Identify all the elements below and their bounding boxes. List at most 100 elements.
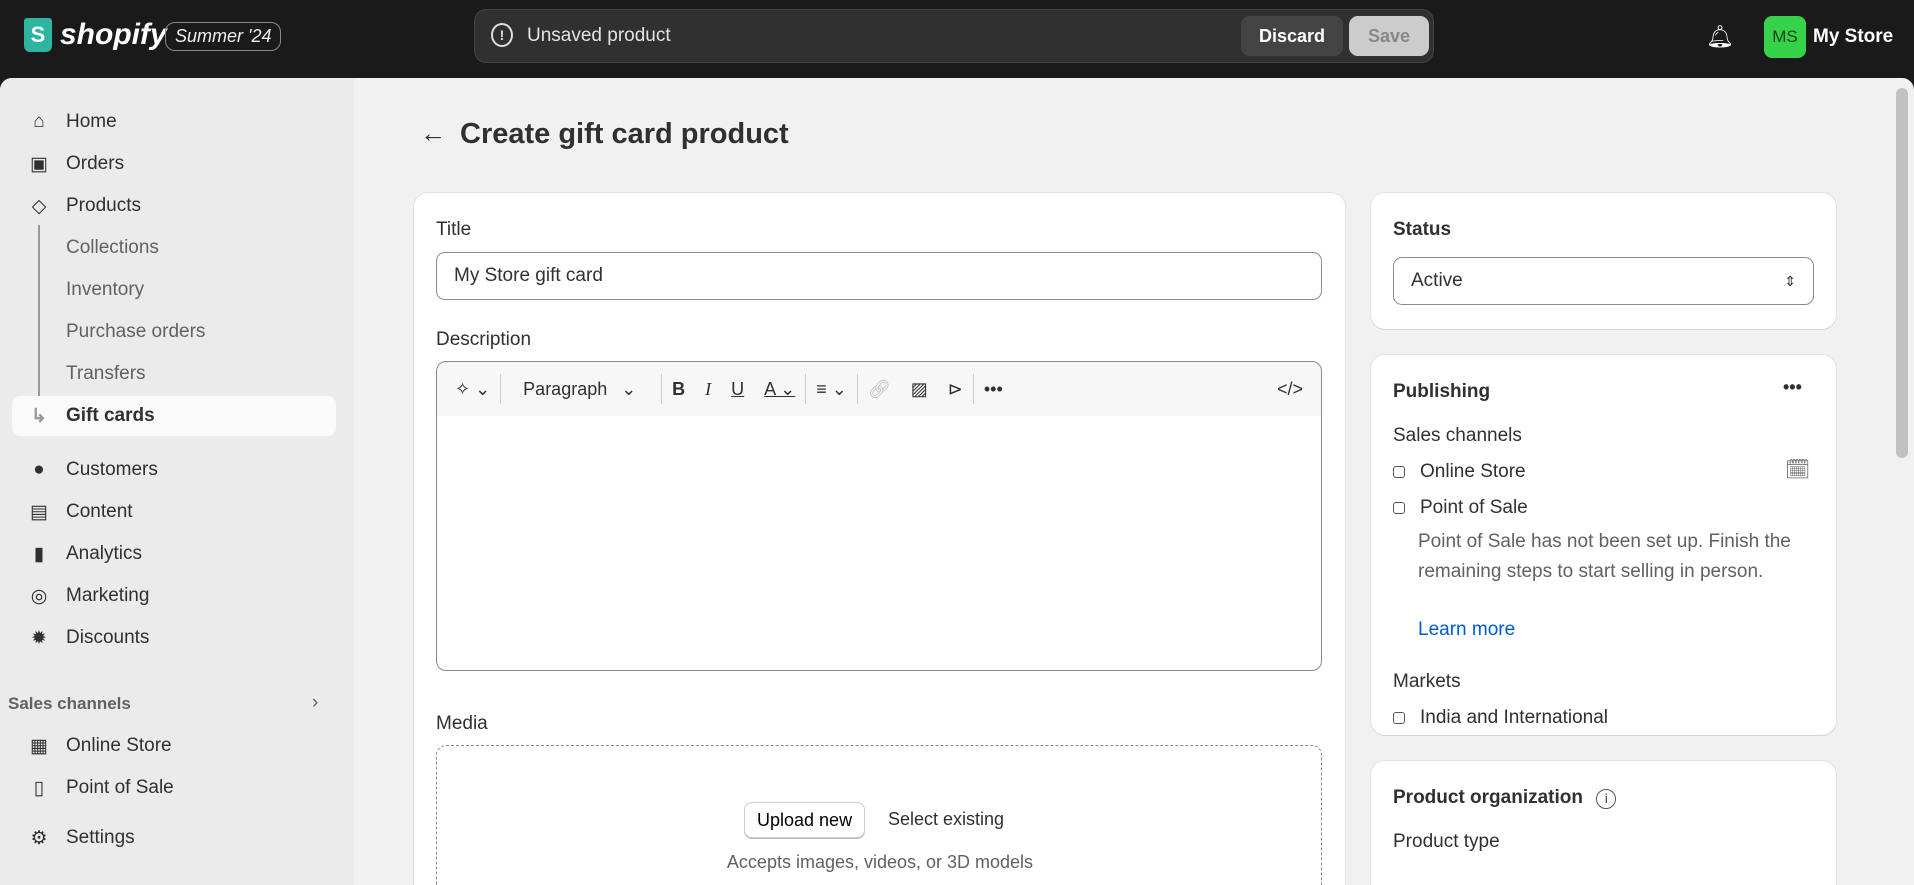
- more-icon[interactable]: •••: [984, 379, 1003, 400]
- code-view-icon[interactable]: </>: [1277, 379, 1303, 400]
- sidebar-item-label: Marketing: [66, 585, 150, 606]
- sales-channels-label: Sales channels: [1393, 425, 1522, 446]
- sidebar-item-purchase-orders[interactable]: Purchase orders: [12, 312, 336, 352]
- info-icon[interactable]: i: [1596, 789, 1617, 809]
- sidebar-item-label: Analytics: [66, 543, 143, 564]
- channel-online-store: Online Store: [1393, 461, 1526, 483]
- sidebar-item-point-of-sale[interactable]: ▯ Point of Sale: [12, 768, 336, 808]
- edition-badge[interactable]: Summer '24: [165, 22, 282, 51]
- sidebar-item-analytics[interactable]: ▮ Analytics: [12, 534, 336, 574]
- brand-text: shopify: [60, 18, 167, 51]
- sidebar-item-online-store[interactable]: ▦ Online Store: [12, 726, 336, 766]
- description-editor[interactable]: ✧ ⌄ Paragraph ⌄ B I U A ⌄ ≡ ⌄ 🔗︎ ▨ ⊳ ••• …: [436, 361, 1322, 671]
- status-heading: Status: [1393, 219, 1452, 240]
- product-organization-card: Product organization i Product type: [1371, 761, 1836, 885]
- insert-video-icon[interactable]: ⊳: [948, 379, 963, 400]
- sidebar-item-content[interactable]: ▤ Content: [12, 492, 336, 532]
- sidebar-item-collections[interactable]: Collections: [12, 228, 336, 268]
- target-icon: ◎: [30, 585, 48, 607]
- sidebar-item-products[interactable]: ◇ Products: [12, 186, 336, 226]
- organization-heading: Product organization i: [1393, 787, 1617, 809]
- image-icon: ▤: [30, 501, 48, 523]
- media-label: Media: [436, 713, 488, 734]
- sidebar-item-label: Home: [66, 111, 117, 132]
- sidebar-item-customers[interactable]: ● Customers: [12, 450, 336, 490]
- person-icon: ●: [33, 459, 45, 480]
- sidebar-item-label: Inventory: [66, 279, 145, 300]
- italic-icon[interactable]: I: [705, 379, 711, 400]
- publishing-card: Publishing ••• Sales channels Online Sto…: [1371, 355, 1836, 735]
- shopify-bag-icon: S: [24, 18, 52, 52]
- sidebar-item-transfers[interactable]: Transfers: [12, 354, 336, 394]
- learn-more-link[interactable]: Learn more: [1418, 619, 1515, 641]
- bar-chart-icon: ▮: [33, 543, 45, 565]
- store-icon: ▦: [30, 735, 48, 757]
- product-details-card: Title My Store gift card Description ✧ ⌄…: [414, 193, 1345, 885]
- format-value: Paragraph: [523, 378, 608, 399]
- scrollbar[interactable]: [1896, 88, 1908, 458]
- upload-new-button[interactable]: Upload new: [744, 802, 866, 838]
- media-dropzone[interactable]: Upload new Select existing Accepts image…: [436, 745, 1322, 885]
- insert-image-icon[interactable]: ▨: [911, 379, 928, 400]
- sidebar-item-orders[interactable]: ▣ Orders: [12, 144, 336, 184]
- app-frame: ⌂ Home ▣ Orders ◇ Products Collections Inve…: [0, 78, 1914, 885]
- sidebar-item-label: Collections: [66, 237, 159, 258]
- publishing-heading: Publishing: [1393, 381, 1491, 402]
- bell-icon[interactable]: 🔔︎: [1706, 24, 1734, 50]
- market-india-international: India and International: [1393, 707, 1608, 729]
- status-value: Active: [1411, 270, 1463, 291]
- sidebar-item-label: Settings: [66, 827, 135, 848]
- select-arrows-icon: ⇕: [1784, 272, 1796, 289]
- shopify-logo[interactable]: Sshopify: [24, 18, 167, 52]
- save-bar: ! Unsaved product Discard Save: [474, 9, 1434, 63]
- unsaved-message: Unsaved product: [527, 25, 671, 46]
- alert-icon: !: [491, 23, 513, 47]
- channel-point-of-sale: Point of Sale: [1393, 497, 1528, 519]
- sidebar-item-inventory[interactable]: Inventory: [12, 270, 336, 310]
- text-color-icon[interactable]: A ⌄: [764, 379, 795, 400]
- sidebar-item-label: Point of Sale: [66, 777, 174, 798]
- description-label: Description: [436, 329, 532, 350]
- status-select[interactable]: Active ⇕: [1393, 257, 1814, 305]
- discount-icon: ✹: [31, 627, 47, 649]
- schedule-calendar-icon[interactable]: 🗓︎: [1785, 457, 1810, 482]
- underline-icon[interactable]: U: [731, 379, 744, 400]
- channel-name: Point of Sale: [1420, 497, 1528, 518]
- sidebar-item-home[interactable]: ⌂ Home: [12, 102, 336, 142]
- product-type-label: Product type: [1393, 831, 1500, 852]
- title-input[interactable]: My Store gift card: [436, 252, 1322, 300]
- sidebar: ⌂ Home ▣ Orders ◇ Products Collections Inve…: [0, 78, 354, 885]
- back-arrow-icon[interactable]: ←: [420, 118, 446, 149]
- home-icon: ⌂: [33, 111, 45, 132]
- sidebar-item-label: Purchase orders: [66, 321, 206, 342]
- gear-icon: ⚙: [30, 827, 48, 849]
- sidebar-item-marketing[interactable]: ◎ Marketing: [12, 576, 336, 616]
- save-button[interactable]: Save: [1349, 16, 1429, 56]
- sidebar-item-discounts[interactable]: ✹ Discounts: [12, 618, 336, 658]
- sidebar-item-gift-cards[interactable]: ↳ Gift cards: [12, 396, 336, 436]
- markets-label: Markets: [1393, 671, 1461, 692]
- sidebar-item-settings[interactable]: ⚙ Settings: [12, 818, 336, 858]
- pos-note: Point of Sale has not been set up. Finis…: [1418, 531, 1791, 582]
- more-actions-icon[interactable]: •••: [1783, 377, 1802, 398]
- channel-name: Online Store: [1420, 461, 1526, 482]
- sales-channels-header[interactable]: Sales channels: [8, 694, 131, 714]
- pos-icon: ▯: [33, 777, 45, 799]
- ai-sparkle-icon[interactable]: ✧ ⌄: [455, 379, 490, 400]
- format-select[interactable]: Paragraph ⌄: [511, 379, 651, 400]
- checkbox-icon: [1393, 712, 1405, 724]
- chevron-right-icon[interactable]: ›: [312, 692, 318, 714]
- store-name[interactable]: My Store: [1813, 26, 1893, 48]
- bold-icon[interactable]: B: [672, 379, 685, 400]
- avatar[interactable]: MS: [1764, 16, 1806, 58]
- align-icon[interactable]: ≡ ⌄: [816, 379, 847, 400]
- tree-arrow-icon: ↳: [31, 405, 47, 427]
- sidebar-item-label: Customers: [66, 459, 158, 480]
- discard-button[interactable]: Discard: [1241, 16, 1343, 56]
- organization-heading-text: Product organization: [1393, 787, 1583, 808]
- sidebar-item-label: Content: [66, 501, 133, 522]
- editor-toolbar: ✧ ⌄ Paragraph ⌄ B I U A ⌄ ≡ ⌄ 🔗︎ ▨ ⊳ ••• …: [437, 362, 1321, 416]
- sidebar-item-label: Online Store: [66, 735, 172, 756]
- link-icon[interactable]: 🔗︎: [868, 379, 891, 400]
- select-existing-link[interactable]: Select existing: [888, 809, 1004, 830]
